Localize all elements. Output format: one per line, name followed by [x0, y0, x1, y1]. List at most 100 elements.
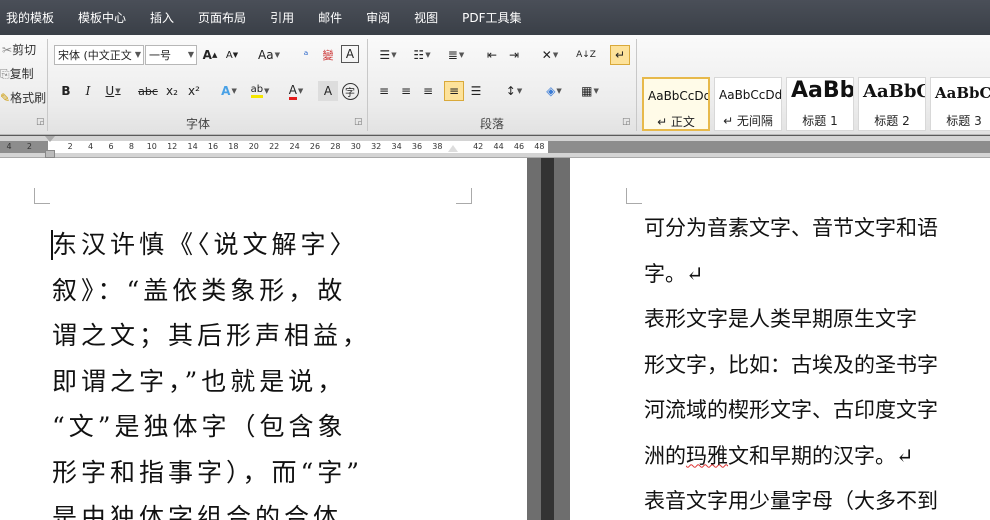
chinese-layout-button[interactable]: ✕ ▼	[536, 45, 564, 65]
menu-tab[interactable]: 模板中心	[66, 9, 138, 26]
style-sample: AaBbCcDd	[648, 89, 710, 103]
style-tile[interactable]: AaBbC 标题 3	[930, 77, 990, 131]
shrink-font-button[interactable]: A ▼	[222, 45, 242, 65]
bullets-button[interactable]: ☰ ▼	[374, 45, 402, 65]
spellcheck-underline: 玛雅	[686, 443, 728, 468]
ruler-tick-label: 2	[67, 142, 73, 151]
brush-icon: ✎	[0, 91, 11, 105]
style-tile[interactable]: AaBb 标题 1	[786, 77, 854, 131]
font-size-select[interactable]: 一号 ▼	[145, 45, 197, 65]
phonetic-icon[interactable]: 變	[318, 45, 338, 65]
multilevel-list-button[interactable]: ≣ ▼	[442, 45, 470, 65]
format-painter-button[interactable]: ✎格式刷	[0, 89, 46, 106]
ruler-tick-label: 4	[6, 142, 12, 151]
justify-button[interactable]: ≡	[444, 81, 464, 101]
paragraph-group-label: 段落	[480, 117, 505, 131]
menu-tab[interactable]: 引用	[258, 9, 306, 26]
group-divider	[367, 39, 368, 131]
menu-tab[interactable]: 邮件	[306, 9, 354, 26]
document-body-text[interactable]: 东汉许慎《〈说文解字〉 叙》：“盖依类象形，故 谓之文；其后形声相益， 即谓之字…	[52, 222, 457, 520]
pinyin-guide-icon[interactable]: ᵃ	[296, 45, 316, 65]
ruler-tick-label: 8	[128, 142, 134, 151]
ruler-tick-label: 44	[493, 142, 504, 151]
document-page-left[interactable]: 东汉许慎《〈说文解字〉 叙》：“盖依类象形，故 谓之文；其后形声相益， 即谓之字…	[0, 158, 527, 520]
style-sample: AaBb	[791, 78, 854, 103]
font-color-button[interactable]: A ▼	[282, 81, 310, 101]
font-launcher-icon[interactable]: ◲	[354, 117, 363, 127]
font-name-select[interactable]: 宋体 (中文正文) ▼	[54, 45, 144, 65]
document-page-right[interactable]: 可分为音素文字、音节文字和语 字。↵ 表形文字是人类早期原生文字 形文字，比如：…	[570, 158, 990, 520]
distribute-icon[interactable]: ☰	[466, 81, 486, 101]
margin-corner-mark	[626, 188, 642, 204]
change-case-button[interactable]: Aa ▼	[254, 45, 284, 65]
scissors-icon: ✂	[2, 43, 13, 57]
menu-tab[interactable]: PDF工具集	[450, 9, 533, 26]
ruler-tick-label: 32	[371, 142, 382, 151]
ruler-tick-label: 38	[432, 142, 443, 151]
text-effects-button[interactable]: A ▼	[216, 81, 242, 101]
menu-tab[interactable]: 我的模板	[0, 9, 66, 26]
menu-tab[interactable]: 页面布局	[186, 9, 258, 26]
increase-indent-icon[interactable]: ⇥	[504, 45, 524, 65]
line-spacing-button[interactable]: ↕ ▼	[500, 81, 528, 101]
style-tile[interactable]: AaBbCcDd ↵ 正文	[642, 77, 710, 131]
ruler-tick-label: 14	[187, 142, 198, 151]
ruler-tick-label: 36	[411, 142, 423, 151]
ruler-tick-label: 6	[108, 142, 114, 151]
document-body-text[interactable]: 可分为音素文字、音节文字和语 字。↵ 表形文字是人类早期原生文字 形文字，比如：…	[644, 206, 990, 520]
strikethrough-button[interactable]: abc	[136, 81, 160, 101]
char-shading-button[interactable]: A	[318, 81, 338, 101]
group-divider	[47, 39, 48, 131]
menu-tab[interactable]: 插入	[138, 9, 186, 26]
cut-button[interactable]: ✂剪切	[2, 41, 36, 58]
align-left-icon[interactable]: ≡	[374, 81, 394, 101]
style-tile[interactable]: AaBbC 标题 2	[858, 77, 926, 131]
decrease-indent-icon[interactable]: ⇤	[482, 45, 502, 65]
char-border-button[interactable]: A	[341, 45, 359, 63]
bold-button[interactable]: B	[56, 81, 76, 101]
ruler-tick-label: 34	[391, 142, 402, 151]
first-indent-marker[interactable]	[45, 136, 55, 142]
subscript-button[interactable]: x₂	[162, 81, 182, 101]
highlight-button[interactable]: ab ▼	[246, 81, 274, 101]
underline-button[interactable]: U ▼	[100, 81, 126, 101]
ruler-tick-label: 48	[534, 142, 545, 151]
ruler-tick-label: 4	[88, 142, 94, 151]
page-splitter[interactable]	[541, 158, 554, 520]
menu-tab[interactable]: 审阅	[354, 9, 402, 26]
style-tile[interactable]: AaBbCcDd ↵ 无间隔	[714, 77, 782, 131]
right-indent-marker[interactable]	[448, 145, 458, 152]
menu-bar: 我的模板 模板中心 插入 页面布局 引用 邮件 审阅 视图 PDF工具集	[0, 0, 990, 35]
ruler-tick-label: 30	[350, 142, 361, 151]
enclose-char-button[interactable]: 字	[340, 81, 360, 101]
superscript-button[interactable]: x²	[184, 81, 204, 101]
italic-button[interactable]: I	[78, 81, 98, 101]
clipboard-launcher-icon[interactable]: ◲	[36, 117, 45, 127]
ribbon: ✂剪切 ⎘复制 ✎格式刷 ◲ 宋体 (中文正文) ▼ 一号 ▼ A ▲ A ▼ Aa ▼ …	[0, 35, 990, 135]
grow-font-button[interactable]: A ▲	[200, 45, 220, 65]
style-name: ↵ 无间隔	[723, 114, 773, 128]
left-indent-marker[interactable]	[45, 150, 55, 158]
align-right-icon[interactable]: ≡	[418, 81, 438, 101]
show-marks-button[interactable]: ↵	[610, 45, 630, 65]
font-group-label: 字体	[186, 117, 211, 131]
ruler-tick-label: 28	[330, 142, 341, 151]
style-name: 标题 3	[946, 114, 982, 128]
shading-button[interactable]: ◈ ▼	[540, 81, 568, 101]
sort-button[interactable]: A↓Z	[574, 45, 598, 65]
numbering-button[interactable]: ☷ ▼	[408, 45, 436, 65]
styles-gallery: AaBbCcDd ↵ 正文 AaBbCcDd ↵ 无间隔 AaBb 标题 1 AaBbC 标题…	[642, 75, 990, 131]
align-center-icon[interactable]: ≡	[396, 81, 416, 101]
group-divider	[636, 39, 637, 131]
style-name: 标题 2	[874, 114, 910, 128]
ruler-tick-label: 2	[26, 142, 32, 151]
menu-tab[interactable]: 视图	[402, 9, 450, 26]
chevron-down-icon: ▼	[187, 50, 194, 59]
paragraph-launcher-icon[interactable]: ◲	[622, 117, 631, 127]
ruler-tick-label: 18	[228, 142, 239, 151]
style-name: ↵ 正文	[657, 115, 695, 129]
horizontal-ruler[interactable]: 4 2 2 4 6 8 10 12 14 16 18 20 22 24 26 28 30 32 34 36 38 42 44…	[0, 136, 990, 158]
copy-button[interactable]: ⎘复制	[0, 65, 34, 82]
style-name: 标题 1	[802, 114, 838, 128]
borders-button[interactable]: ▦ ▼	[576, 81, 604, 101]
